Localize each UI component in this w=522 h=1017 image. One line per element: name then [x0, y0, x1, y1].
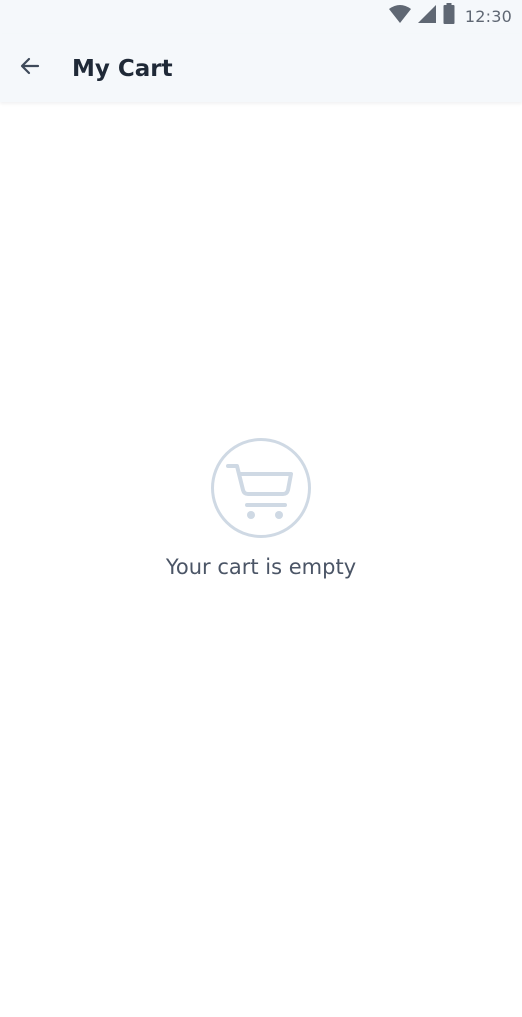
empty-cart-message: Your cart is empty — [165, 555, 357, 579]
wifi-icon — [388, 4, 412, 29]
shopping-cart-icon — [209, 436, 313, 540]
status-icons: 12:30 — [388, 3, 512, 29]
signal-icon — [417, 4, 437, 29]
status-time: 12:30 — [464, 6, 512, 26]
page-title: My Cart — [72, 56, 173, 82]
status-bar: 12:30 — [0, 0, 522, 34]
back-button[interactable] — [10, 48, 50, 88]
empty-cart-state: Your cart is empty — [0, 436, 522, 581]
app-bar: My Cart — [0, 34, 522, 102]
battery-icon — [443, 3, 455, 29]
arrow-left-icon — [18, 54, 42, 83]
